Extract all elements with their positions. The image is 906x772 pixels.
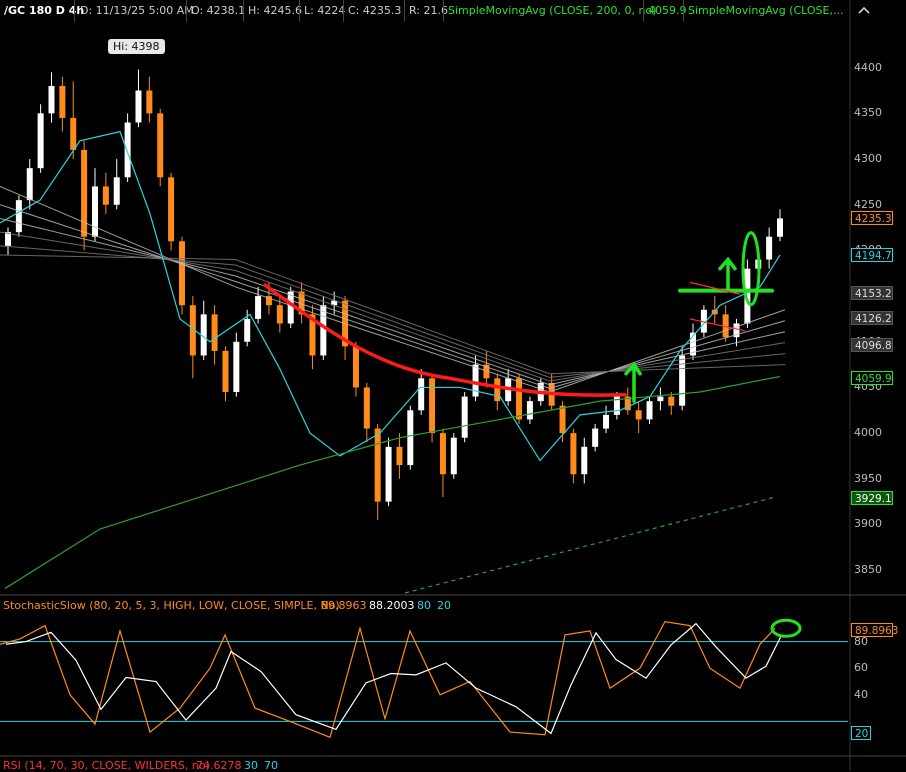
candle-body xyxy=(635,410,642,420)
candle-body xyxy=(320,305,327,356)
stochastic-header: StochasticSlow (80, 20, 5, 3, HIGH, LOW,… xyxy=(0,598,850,614)
candle-body xyxy=(668,396,675,406)
stochastic-os: 20 xyxy=(437,599,451,612)
candle-body xyxy=(646,401,653,420)
price-tick: 3850 xyxy=(854,563,882,577)
candle-body xyxy=(37,113,44,169)
price-tick: 4400 xyxy=(854,60,882,74)
price-tick: 3950 xyxy=(854,471,882,485)
candle-body xyxy=(352,346,359,388)
candle-body xyxy=(26,168,33,201)
candle-body xyxy=(374,428,381,502)
candle-body xyxy=(15,200,22,233)
candle-body xyxy=(461,396,468,438)
stochastic-tick: 60 xyxy=(854,661,868,675)
candle-body xyxy=(526,401,533,420)
candle-body xyxy=(222,350,229,393)
candle-body xyxy=(592,428,599,447)
candle-body xyxy=(102,186,109,205)
candle-body xyxy=(559,405,566,434)
candle-body xyxy=(276,305,283,324)
rsi-ob: 30 xyxy=(244,759,258,772)
candle-body xyxy=(91,186,98,237)
candle-body xyxy=(385,446,392,502)
candle-body xyxy=(516,378,523,420)
hi-label: Hi: 4398 xyxy=(108,39,165,54)
candle-body xyxy=(124,122,131,178)
candle-body xyxy=(494,378,501,402)
price-tick: 4350 xyxy=(854,106,882,120)
candle-body xyxy=(396,446,403,466)
candle-body xyxy=(363,387,370,429)
price-tag: 4153.2 xyxy=(851,286,893,301)
stochastic-tag-low: 20 xyxy=(851,726,871,740)
candle-body xyxy=(679,355,686,406)
rsi-value: 74.6278 xyxy=(196,759,242,772)
stochastic-ob: 80 xyxy=(417,599,431,612)
stochastic-k-value: 89.8963 xyxy=(321,599,367,612)
stochastic-tick: 40 xyxy=(854,687,868,701)
candle-body xyxy=(657,396,664,402)
candle-body xyxy=(113,177,120,205)
candle-body xyxy=(418,378,425,411)
price-tag: 4096.8 xyxy=(851,337,893,352)
candle-body xyxy=(178,241,185,306)
candle-body xyxy=(407,410,414,466)
candle-body xyxy=(146,90,153,114)
candle-body xyxy=(429,378,436,434)
candle-body xyxy=(157,113,164,178)
price-tick: 3900 xyxy=(854,517,882,531)
rsi-header: RSI (14, 70, 30, CLOSE, WILDERS, no) 74.… xyxy=(0,758,850,772)
candle-body xyxy=(570,433,577,475)
candle-body xyxy=(603,414,610,429)
candle-body xyxy=(450,437,457,475)
candle-body xyxy=(777,218,783,237)
candle-body xyxy=(135,90,142,123)
stochastic-tag: 89.8963 xyxy=(851,623,898,637)
stochastic-title[interactable]: StochasticSlow (80, 20, 5, 3, HIGH, LOW,… xyxy=(3,599,340,612)
stochastic-k-line xyxy=(0,620,776,739)
green-circle-annotation xyxy=(770,618,802,638)
candle-body xyxy=(168,177,175,242)
candle-body xyxy=(255,296,262,319)
candle-body xyxy=(439,433,446,475)
candle-body xyxy=(766,236,773,260)
rsi-os: 70 xyxy=(264,759,278,772)
price-chart[interactable] xyxy=(0,0,906,771)
candle-body xyxy=(211,314,218,351)
price-tag: 4059.9 xyxy=(851,371,893,386)
price-tick: 4300 xyxy=(854,152,882,166)
price-tick: 4250 xyxy=(854,197,882,211)
stochastic-d-value: 88.2003 xyxy=(369,599,415,612)
price-tag: 4194.7 xyxy=(851,248,893,263)
price-tag: 4126.2 xyxy=(851,310,893,325)
price-plot-area xyxy=(0,22,850,594)
candle-body xyxy=(581,446,588,475)
rsi-title[interactable]: RSI (14, 70, 30, CLOSE, WILDERS, no) xyxy=(3,759,210,772)
candle-body xyxy=(233,341,240,393)
candle-body xyxy=(59,85,66,118)
candle-body xyxy=(244,318,251,342)
price-tag: 4235.3 xyxy=(851,211,893,226)
candle-body xyxy=(70,117,77,150)
price-tag: 3929.1 xyxy=(851,490,893,505)
candle-body xyxy=(48,85,55,114)
price-tick: 4000 xyxy=(854,426,882,440)
